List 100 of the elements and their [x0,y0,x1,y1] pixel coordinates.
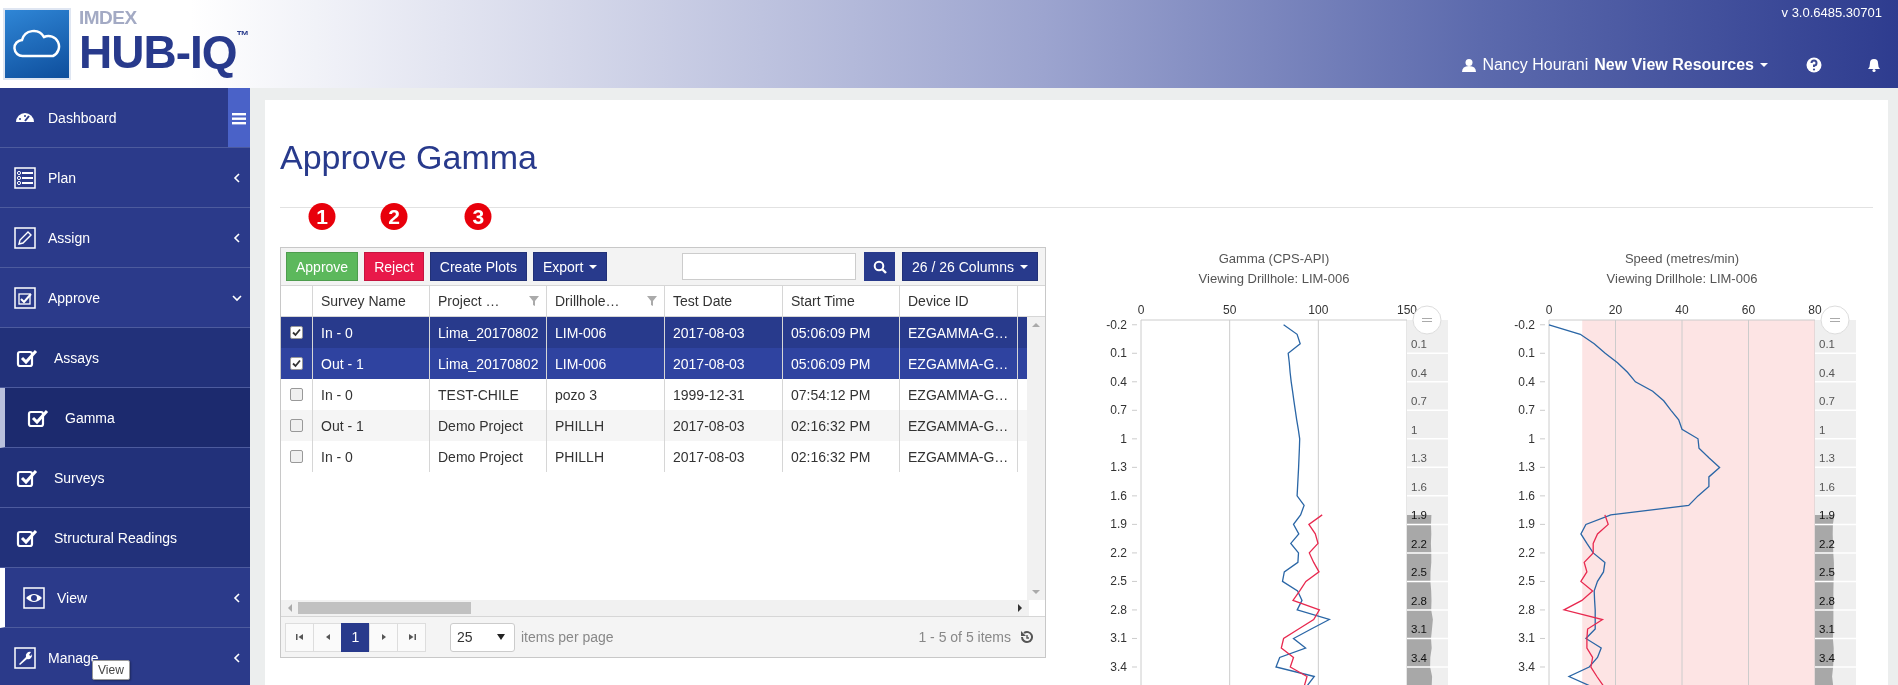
navigator-label: 0.4 [1411,366,1427,379]
table-row[interactable]: Out - 1 Demo Project PHILLH 2017-08-03 02:16:32 PM EZGAMMA-G… [281,410,1027,441]
navigator-label: 0.4 [1819,366,1835,379]
step-badge: 2 [380,203,408,230]
navigator-label: 2.2 [1819,537,1835,550]
navigator-label: 3.1 [1411,623,1427,636]
search-icon [872,259,887,274]
column-header[interactable]: Survey Name [312,286,429,316]
axis-label: 3.1 [1518,631,1535,646]
navigator-label: 1.9 [1819,509,1835,522]
search-button[interactable] [864,252,896,281]
items-summary: 1 - 5 of 5 items [918,629,1011,645]
axis-label: -0.2 [1106,317,1127,332]
search-field[interactable] [682,253,857,280]
navigator-label: 1.3 [1411,452,1427,465]
table-row[interactable]: In - 0 Lima_20170802 LIM-006 2017-08-03 05:06:09 PM EZGAMMA-G… [281,317,1027,348]
brand-name: IMDEX [79,8,138,28]
axis-label: 150 [1397,303,1417,317]
last-page-button[interactable] [397,622,426,652]
toolbar-button[interactable]: Create Plots [429,252,527,281]
table-cell: Demo Project [429,441,546,472]
navigator-label: 1.6 [1411,480,1427,493]
row-checkbox[interactable] [290,388,303,401]
chart-subtitle: Viewing Drillhole: LIM-006 [1198,271,1350,286]
axis-label: 1.3 [1518,460,1535,475]
filter-icon [646,295,658,307]
list-icon [14,166,36,189]
page-size-dropdown[interactable]: 25 [450,622,515,652]
navigator-label: 2.8 [1819,594,1835,607]
axis-label: 0.7 [1110,403,1127,418]
navigator-label: 2.5 [1411,566,1427,579]
eye-icon [23,586,45,609]
axis-label: 2.5 [1518,574,1535,589]
axis-label: 1 [1120,431,1127,446]
column-header[interactable]: Test Date [664,286,782,316]
column-header[interactable]: Drillhole… [546,286,664,316]
axis-label: 0.7 [1518,403,1535,418]
drag-handle[interactable] [1820,305,1850,335]
table-cell: 2017-08-03 [664,441,782,472]
refresh-button[interactable] [1019,630,1033,644]
column-header[interactable]: Start Time [782,286,899,316]
sidebar-item[interactable]: Gamma [0,388,250,448]
row-checkbox[interactable] [290,357,303,370]
column-header[interactable]: Project … [429,286,546,316]
first-page-icon [294,632,305,642]
user-icon [1462,58,1477,72]
page-title: Approve Gamma [280,137,538,177]
navigator-label: 3.4 [1819,652,1835,664]
vertical-scrollbar[interactable] [1027,317,1045,600]
page-button[interactable]: 1 [341,622,370,652]
axis-label: 2.2 [1518,545,1535,560]
axis-label: 0.1 [1518,346,1535,361]
axis-label: 50 [1223,303,1237,317]
sidebar-item[interactable]: Assays [0,328,250,388]
row-checkbox[interactable] [290,326,303,339]
tooltip: View [92,660,130,680]
navigator-label: 1 [1819,423,1826,436]
toolbar-button[interactable]: Reject [364,252,424,281]
axis-label: 1 [1528,431,1535,446]
step-badge: 3 [464,203,492,230]
bell-icon [1866,57,1882,73]
columns-button[interactable]: 26 / 26 Columns [902,252,1038,281]
pencil-icon [14,226,36,249]
navigator-label: 0.7 [1411,395,1427,408]
sidebar-item[interactable]: Manage View [0,628,250,685]
table-cell: In - 0 [312,441,429,472]
column-header[interactable]: Device ID [899,286,1017,316]
row-checkbox[interactable] [290,450,303,463]
wrench-icon [14,646,36,669]
sidebar-item[interactable]: Plan [0,148,250,208]
chart-title: Gamma (CPS-API) [1218,251,1330,266]
axis-label: 1.9 [1110,517,1127,532]
axis-label: 0.4 [1110,374,1127,389]
user-menu[interactable]: Nancy Hourani New View Resources [1462,56,1768,74]
axis-label: 1.6 [1518,488,1535,503]
sidebar-toggle-button[interactable] [228,88,250,147]
sidebar-item[interactable]: Surveys [0,448,250,508]
refresh-icon [1019,630,1033,644]
navigator-label: 1.9 [1411,509,1427,522]
table-row[interactable]: Out - 1 Lima_20170802 LIM-006 2017-08-03 05:06:09 PM EZGAMMA-G… [281,348,1027,379]
axis-label: 2.8 [1518,602,1535,617]
product-name: HUB-IQ$^{™}$ [79,28,249,76]
sidebar-item[interactable]: Structural Readings [0,508,250,568]
axis-label: 3.1 [1110,631,1127,646]
axis-label: 100 [1308,303,1329,317]
toolbar-button[interactable]: Export [532,252,608,281]
axis-label: 80 [1808,303,1822,317]
page-size-label: items per page [521,629,614,645]
sidebar-item[interactable]: Dashboard [0,88,250,148]
navigator-label: 0.1 [1411,338,1427,351]
table-cell: PHILLH [546,441,664,472]
navigator-label: 1.6 [1819,480,1835,493]
chart-subtitle: Viewing Drillhole: LIM-006 [1606,271,1758,286]
axis-label: 1.3 [1110,460,1127,475]
axis-label: 2.8 [1110,602,1127,617]
chart-title: Speed (metres/min) [1624,251,1740,266]
caret-icon [496,632,506,642]
previous-page-button[interactable] [313,622,342,652]
navigator-label: 2.8 [1411,594,1427,607]
row-checkbox[interactable] [290,419,303,432]
